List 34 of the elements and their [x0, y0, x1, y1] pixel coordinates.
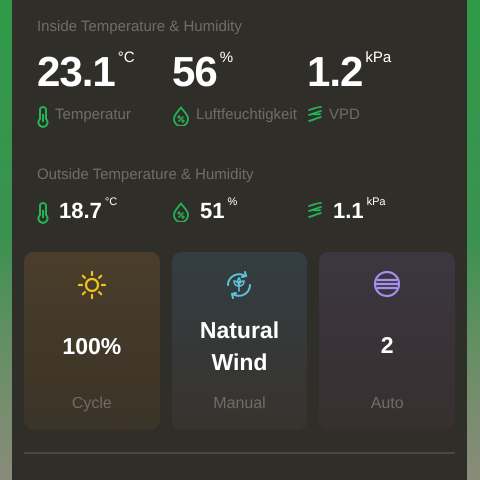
- section-title: Inside Temperature & Humidity: [37, 17, 243, 37]
- waves-icon: [307, 202, 323, 220]
- unit-label: kPa: [365, 48, 392, 68]
- metric-value: 56: [172, 50, 217, 92]
- sun-icon: [76, 270, 107, 300]
- metric-value: 1.1: [333, 200, 364, 222]
- metric-label: VPD: [329, 104, 361, 124]
- droplet-percent-icon: [172, 106, 190, 126]
- metric-value: 1.2: [307, 50, 362, 92]
- mode-value: Natural Wind: [198, 316, 280, 377]
- metric-value: 18.7: [59, 200, 102, 222]
- unit-label: °C: [118, 48, 135, 68]
- mode-label: Cycle: [72, 394, 112, 414]
- mode-value: 100%: [61, 332, 122, 361]
- thermometer-icon: [37, 106, 49, 128]
- lines-circle-icon: [373, 270, 402, 298]
- mode-card[interactable]: Natural Wind Manual: [172, 252, 308, 430]
- metric-label: Luftfeuchtigkeit: [196, 104, 298, 124]
- mode-card[interactable]: 2 Auto: [319, 252, 455, 430]
- unit-label: °C: [104, 195, 118, 210]
- unit-label: %: [220, 48, 234, 68]
- mode-label: Manual: [213, 394, 266, 414]
- thermometer-icon: [37, 202, 49, 224]
- section-title: Outside Temperature & Humidity: [37, 164, 254, 184]
- waves-icon: [307, 106, 323, 124]
- mode-card[interactable]: 100% Cycle: [24, 252, 160, 430]
- metric-value: 23.1: [37, 50, 115, 92]
- mode-value: 2: [380, 331, 395, 360]
- unit-label: %: [227, 195, 238, 210]
- metric-value: 51: [200, 200, 224, 222]
- mode-label: Auto: [370, 394, 404, 414]
- droplet-percent-icon: [172, 202, 190, 222]
- metric-label: Temperatur: [55, 104, 132, 124]
- unit-label: kPa: [366, 195, 386, 210]
